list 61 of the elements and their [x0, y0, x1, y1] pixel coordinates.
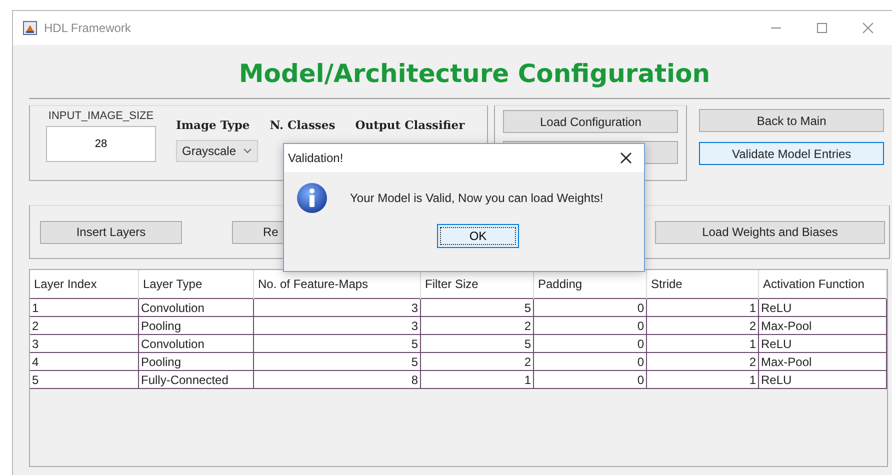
field-label: Output Classifier	[355, 118, 465, 132]
table-cell: 5	[420, 334, 534, 352]
dialog-title: Validation!	[288, 151, 344, 165]
field-label: N. Classes	[270, 118, 336, 132]
nav-button[interactable]: Validate Model Entries	[699, 142, 884, 165]
table-cell: 8	[254, 370, 420, 388]
table-cell: 2	[646, 316, 758, 334]
table-cell: 2	[420, 352, 534, 370]
info-icon	[296, 182, 328, 214]
close-icon[interactable]	[620, 152, 632, 164]
table-cell: 3	[254, 298, 420, 316]
table-cell: 0	[534, 334, 646, 352]
table-cell: 5	[30, 370, 138, 388]
dialog-message: Your Model is Valid, Now you can load Weights!	[350, 191, 604, 205]
table-cell: Max-Pool	[758, 316, 886, 334]
window-title: HDL Framework	[44, 21, 131, 35]
table-cell: 2	[30, 316, 138, 334]
table-cell: 0	[534, 298, 646, 316]
page-heading: Model/Architecture Configuration	[29, 45, 890, 99]
table-cell: Convolution	[138, 298, 254, 316]
ok-button[interactable]: OK	[437, 224, 519, 248]
column-header[interactable]: Layer Type	[138, 270, 254, 298]
table-cell: 2	[420, 316, 534, 334]
column-header[interactable]: Activation Function	[758, 270, 886, 298]
table-cell: 5	[420, 298, 534, 316]
table-cell: 5	[254, 334, 420, 352]
maximize-icon[interactable]	[816, 22, 828, 34]
table-cell: 1	[646, 370, 758, 388]
load-configuration-button[interactable]: Load Configuration	[503, 110, 678, 133]
table-cell: ReLU	[758, 370, 886, 388]
table-cell: 0	[534, 370, 646, 388]
layer-button[interactable]: Load Weights and Biases	[655, 220, 885, 244]
table-cell: 1	[420, 370, 534, 388]
table-cell: Convolution	[138, 334, 254, 352]
caret-icon	[243, 148, 252, 154]
nav-button[interactable]: Back to Main	[699, 109, 884, 132]
table-cell: Fully-Connected	[138, 370, 254, 388]
table-cell: 1	[646, 334, 758, 352]
table-cell: ReLU	[758, 298, 886, 316]
layer-button[interactable]: Insert Layers	[40, 220, 182, 244]
field-label: Image Type	[176, 118, 250, 132]
table-cell: 2	[646, 352, 758, 370]
column-header[interactable]: Stride	[646, 270, 758, 298]
table-cell: 1	[30, 298, 138, 316]
table-cell: 1	[646, 298, 758, 316]
table-cell: 0	[534, 352, 646, 370]
table-cell: 3	[254, 316, 420, 334]
column-header[interactable]: No. of Feature-Maps	[254, 270, 420, 298]
field-label: INPUT_IMAGE_SIZE	[48, 110, 154, 122]
app-icon	[23, 21, 37, 35]
table-cell: 0	[534, 316, 646, 334]
column-header[interactable]: Layer Index	[30, 270, 138, 298]
image-type-dropdown[interactable]: Grayscale	[176, 140, 258, 162]
table-cell: Pooling	[138, 352, 254, 370]
table-cell: Max-Pool	[758, 352, 886, 370]
input-field[interactable]: 28	[46, 126, 156, 162]
table-cell: 4	[30, 352, 138, 370]
table-cell: ReLU	[758, 334, 886, 352]
table-cell: 5	[254, 352, 420, 370]
table-cell: 3	[30, 334, 138, 352]
table-cell: Pooling	[138, 316, 254, 334]
